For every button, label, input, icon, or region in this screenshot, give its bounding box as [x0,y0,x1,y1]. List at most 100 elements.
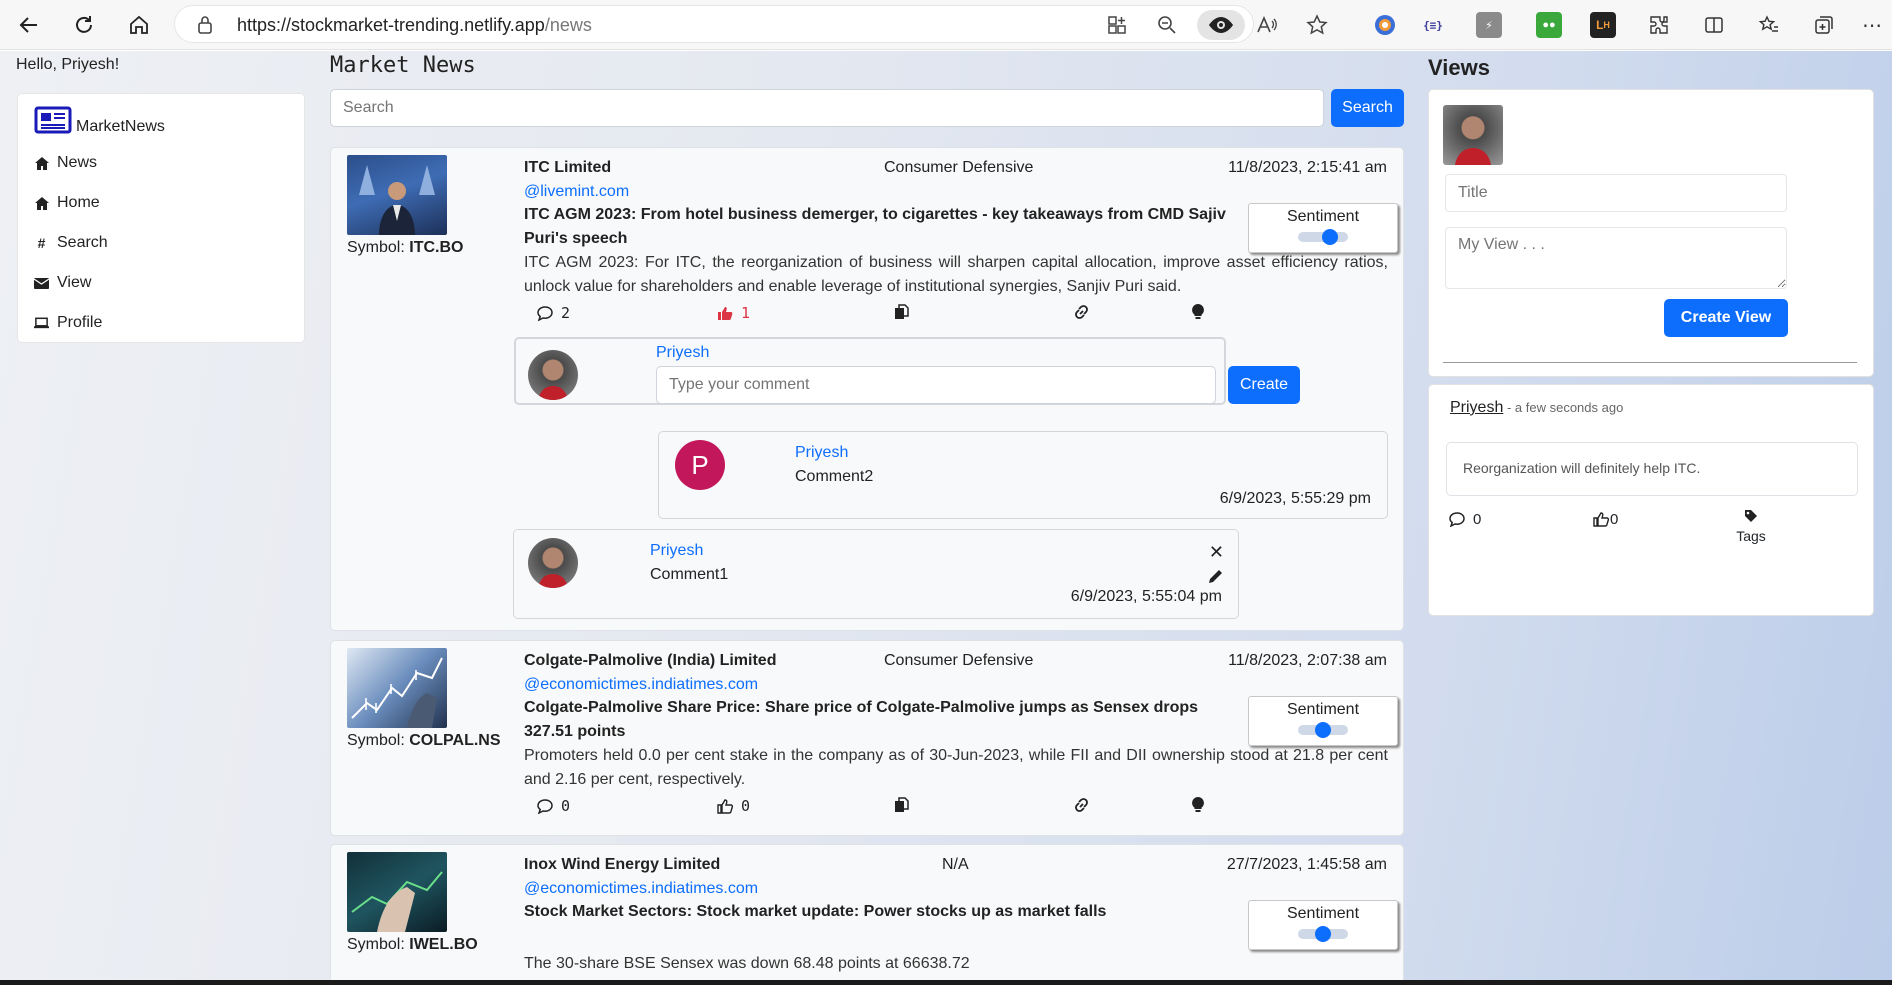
sector-label: Consumer Defensive [884,159,1034,176]
page-content: Hello, Priyesh! MarketNews News Home # S… [0,51,1892,985]
comment-action[interactable]: 0 [537,797,570,815]
view-tags-action[interactable]: Tags [1731,509,1771,544]
sentiment-slider[interactable] [1298,722,1348,738]
json-extension-icon[interactable]: {≡} [1420,12,1446,38]
back-icon[interactable] [12,8,46,42]
article-headline[interactable]: ITC AGM 2023: From hotel business demerg… [524,203,1244,251]
lock-icon[interactable] [197,15,213,40]
article-headline[interactable]: Stock Market Sectors: Stock market updat… [524,900,1244,924]
brand[interactable]: MarketNews [34,106,165,139]
article-date: 11/8/2023, 2:15:41 am [1228,159,1387,176]
taskbar-edge [0,980,1892,985]
view-like-action[interactable]: 0 [1593,511,1618,528]
app-available-icon[interactable] [1105,13,1129,37]
delete-icon[interactable]: ✕ [1209,542,1224,563]
home-icon[interactable] [122,8,156,42]
edit-icon[interactable] [1208,568,1224,589]
create-comment-button[interactable]: Create [1228,366,1300,404]
sidebar-item-search[interactable]: # Search [34,234,108,252]
favorite-star-icon[interactable] [1305,13,1329,37]
symbol-label: Symbol: COLPAL.NS [347,732,501,749]
sidebar-item-label: Profile [57,314,103,331]
sidebar-item-view[interactable]: View [34,274,91,292]
search-input[interactable] [330,89,1324,127]
article-thumbnail[interactable] [347,852,447,932]
favorites-list-icon[interactable] [1755,11,1783,39]
page-title: Market News [330,53,476,78]
link-icon [1075,798,1088,812]
sentiment-knob[interactable] [1315,722,1331,738]
article-summary: The 30-share BSE Sensex was down 68.48 p… [524,955,970,972]
sidebar: MarketNews News Home # Search View Profi… [17,93,305,343]
lh-extension-icon[interactable]: LH [1590,12,1616,38]
code-extension-icon[interactable]: ⚡ [1476,12,1502,38]
like-action[interactable]: 1 [717,304,750,322]
like-count: 1 [741,304,751,322]
comment-input[interactable] [656,366,1216,404]
avatar[interactable] [528,538,578,588]
source-link[interactable]: @economictimes.indiatimes.com [524,880,758,898]
avatar[interactable]: P [675,440,725,490]
sentiment-slider[interactable] [1298,926,1348,942]
source-link[interactable]: @livemint.com [524,183,629,201]
create-view-button[interactable]: Create View [1664,299,1788,337]
avatar[interactable] [528,350,578,400]
like-count: 0 [741,797,751,815]
comment-author[interactable]: Priyesh [795,444,848,462]
comment-count: 0 [561,797,571,815]
zoom-out-icon[interactable] [1155,13,1179,37]
greeting: Hello, Priyesh! [16,56,120,73]
link-action[interactable] [1072,304,1091,320]
view-header: Priyesh - a few seconds ago [1450,399,1623,417]
comment-icon [537,798,553,814]
search-button[interactable]: Search [1331,89,1404,127]
address-bar[interactable]: https://stockmarket-trending.netlify.app… [174,5,1328,43]
sentiment-widget: Sentiment [1248,900,1398,950]
comment-icon [1449,512,1465,527]
thumbs-up-icon [718,306,733,320]
source-link[interactable]: @economictimes.indiatimes.com [524,676,758,694]
split-screen-icon[interactable] [1700,11,1728,39]
sentiment-knob[interactable] [1321,229,1338,245]
view-title-input[interactable] [1445,174,1787,212]
frog-extension-icon[interactable]: ●● [1536,12,1562,38]
comment-author[interactable]: Priyesh [650,542,703,560]
symbol-value: COLPAL.NS [409,732,501,749]
avatar[interactable] [1443,105,1503,165]
view-body-textarea[interactable] [1445,227,1787,289]
reload-icon[interactable] [67,8,101,42]
copy-action[interactable] [894,304,909,320]
sidebar-item-profile[interactable]: Profile [34,314,102,332]
copy-action[interactable] [894,797,909,813]
article-thumbnail[interactable] [347,155,447,235]
more-menu-icon[interactable]: ⋯ [1858,11,1886,39]
collections-icon[interactable] [1810,11,1838,39]
view-like-count: 0 [1610,511,1619,528]
sidebar-item-home[interactable]: Home [34,194,100,212]
comment-author[interactable]: Priyesh [656,344,709,362]
view-item: Priyesh - a few seconds ago Reorganizati… [1428,384,1874,616]
color-extension-icon[interactable] [1372,12,1398,38]
comment-text: Comment2 [795,468,874,485]
sentiment-slider[interactable] [1298,229,1348,245]
url-text[interactable]: https://stockmarket-trending.netlify.app… [237,15,592,36]
link-action[interactable] [1072,797,1091,813]
like-action[interactable]: 0 [717,797,750,815]
read-aloud-icon[interactable] [1255,13,1279,37]
view-author[interactable]: Priyesh [1450,399,1503,416]
insight-action[interactable] [1192,304,1204,320]
news-card: Symbol: IWEL.BO Inox Wind Energy Limited… [330,844,1404,985]
reading-view-toggle[interactable] [1197,10,1245,40]
sector-label: N/A [942,856,969,873]
extensions-puzzle-icon[interactable] [1645,11,1673,39]
article-headline[interactable]: Colgate-Palmolive Share Price: Share pri… [524,696,1244,744]
article-thumbnail[interactable] [347,648,447,728]
symbol-value: IWEL.BO [409,936,478,953]
insight-action[interactable] [1192,797,1204,813]
sentiment-knob[interactable] [1315,926,1331,942]
view-meta: - a few seconds ago [1503,400,1624,415]
view-comment-action[interactable]: 0 [1449,511,1481,528]
sidebar-item-news[interactable]: News [34,154,97,172]
sidebar-item-label: Search [57,234,108,251]
comment-action[interactable]: 2 [537,304,570,322]
